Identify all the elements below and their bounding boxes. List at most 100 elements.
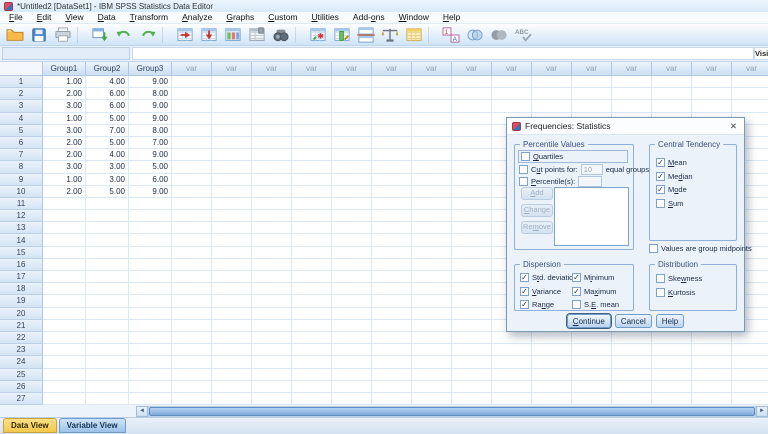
cell-r11-var8[interactable] (452, 197, 492, 211)
cell-r25c1[interactable] (43, 368, 86, 381)
cell-r1-var5[interactable] (332, 76, 372, 89)
cell-r5-var6[interactable] (372, 124, 412, 137)
row-header-24[interactable]: 24 (0, 356, 43, 369)
cell-r22c2[interactable] (86, 331, 129, 345)
cell-r21-var1[interactable] (172, 319, 212, 332)
cell-r20-var1[interactable] (172, 307, 212, 320)
cell-reference-box[interactable] (2, 47, 130, 60)
row-header-27[interactable]: 27 (0, 392, 43, 405)
skewness-option[interactable]: Skewness (656, 274, 702, 283)
cell-r8-var1[interactable] (172, 161, 212, 174)
spell-check-icon[interactable]: ABC (511, 25, 535, 44)
cut-points-input[interactable]: 10 (580, 164, 603, 175)
cell-r25-var9[interactable] (492, 368, 532, 381)
cell-r16c1[interactable] (43, 258, 86, 271)
cell-r23-var3[interactable] (252, 344, 292, 357)
cell-r15-var1[interactable] (172, 246, 212, 259)
cell-r19-var6[interactable] (372, 295, 412, 308)
cell-r12-var2[interactable] (212, 210, 252, 223)
cell-r4-var5[interactable] (332, 112, 372, 125)
cell-r3-var2[interactable] (212, 100, 252, 113)
cell-r1-var13[interactable] (652, 76, 692, 89)
cell-r2-var14[interactable] (692, 88, 732, 101)
cell-r23-var1[interactable] (172, 344, 212, 357)
menu-view[interactable]: View (58, 12, 90, 23)
cell-r2-var2[interactable] (212, 88, 252, 101)
cell-r13-var2[interactable] (212, 222, 252, 235)
cell-r12-var1[interactable] (172, 210, 212, 223)
cell-r23-var13[interactable] (652, 344, 692, 357)
variable-properties-icon[interactable] (245, 25, 269, 44)
maximum-option-checkbox[interactable]: ✓ (572, 286, 581, 296)
cell-r20-var3[interactable] (252, 307, 292, 320)
cell-r24c2[interactable] (86, 356, 129, 369)
cell-r8-var7[interactable] (412, 161, 452, 174)
cell-r2-var1[interactable] (172, 88, 212, 101)
cell-r8-var5[interactable] (332, 161, 372, 174)
cell-r7c1[interactable]: 2.00 (43, 149, 86, 162)
cell-r26-var1[interactable] (172, 380, 212, 393)
cell-r25-var10[interactable] (532, 368, 572, 381)
cell-r11c1[interactable] (43, 197, 86, 211)
cell-r1c1[interactable]: 1.00 (43, 76, 86, 89)
cell-r5c3[interactable]: 8.00 (129, 124, 172, 137)
tab-variable-view[interactable]: Variable View (58, 418, 126, 433)
cell-r6c3[interactable]: 7.00 (129, 136, 172, 150)
cell-r3-var6[interactable] (372, 100, 412, 113)
cell-r7-var8[interactable] (452, 149, 492, 162)
percentiles-option[interactable]: Percentile(s): (519, 177, 575, 186)
redo-icon[interactable] (136, 25, 160, 44)
cell-r17-var1[interactable] (172, 271, 212, 284)
cell-r9-var8[interactable] (452, 173, 492, 186)
row-header-7[interactable]: 7 (0, 149, 43, 162)
mode-option-checkbox[interactable]: ✓ (656, 185, 665, 194)
cell-r25-var15[interactable] (732, 368, 768, 381)
cell-r19c2[interactable] (86, 295, 129, 308)
cell-r14c1[interactable] (43, 234, 86, 247)
cell-r5c2[interactable]: 7.00 (86, 124, 129, 137)
cell-r25-var3[interactable] (252, 368, 292, 381)
cell-r27c3[interactable] (129, 392, 172, 405)
cell-r18-var8[interactable] (452, 283, 492, 296)
cell-r11c3[interactable] (129, 197, 172, 211)
cell-r9-var6[interactable] (372, 173, 412, 186)
insert-variable-icon[interactable] (330, 25, 354, 44)
weight-cases-icon[interactable] (378, 25, 402, 44)
cell-r19-var3[interactable] (252, 295, 292, 308)
cell-r22-var15[interactable] (732, 331, 768, 345)
cell-r20c3[interactable] (129, 307, 172, 320)
cell-r21-var8[interactable] (452, 319, 492, 332)
cell-r12-var6[interactable] (372, 210, 412, 223)
cell-r19-var1[interactable] (172, 295, 212, 308)
values-are-group-midpoints-option-checkbox[interactable] (649, 244, 658, 253)
cell-r26c2[interactable] (86, 380, 129, 393)
save-icon[interactable] (27, 25, 51, 44)
cell-r3-var1[interactable] (172, 100, 212, 113)
cell-r21-var5[interactable] (332, 319, 372, 332)
cell-r15-var7[interactable] (412, 246, 452, 259)
cell-r9c2[interactable]: 3.00 (86, 173, 129, 186)
cell-r17-var6[interactable] (372, 271, 412, 284)
cell-r10c2[interactable]: 5.00 (86, 185, 129, 198)
cell-r16-var2[interactable] (212, 258, 252, 271)
menu-utilities[interactable]: Utilities (305, 12, 346, 23)
cell-r24c1[interactable] (43, 356, 86, 369)
cell-r27-var4[interactable] (292, 392, 332, 405)
cell-r9c3[interactable]: 6.00 (129, 173, 172, 186)
sum-option[interactable]: Sum (656, 198, 683, 208)
cell-r17-var8[interactable] (452, 271, 492, 284)
row-header-20[interactable]: 20 (0, 307, 43, 320)
scroll-right-button[interactable]: ► (756, 405, 768, 417)
cell-r15c3[interactable] (129, 246, 172, 259)
quartiles-option-checkbox[interactable] (521, 152, 530, 161)
cell-r27-var1[interactable] (172, 392, 212, 405)
show-all-variables-icon[interactable] (487, 25, 511, 44)
cell-r11-var4[interactable] (292, 197, 332, 211)
cell-r17c1[interactable] (43, 271, 86, 284)
cell-r10-var8[interactable] (452, 185, 492, 198)
cell-r22-var12[interactable] (612, 331, 652, 345)
cell-r24c3[interactable] (129, 356, 172, 369)
cell-r14-var1[interactable] (172, 234, 212, 247)
cell-r21-var4[interactable] (292, 319, 332, 332)
cell-r25-var7[interactable] (412, 368, 452, 381)
